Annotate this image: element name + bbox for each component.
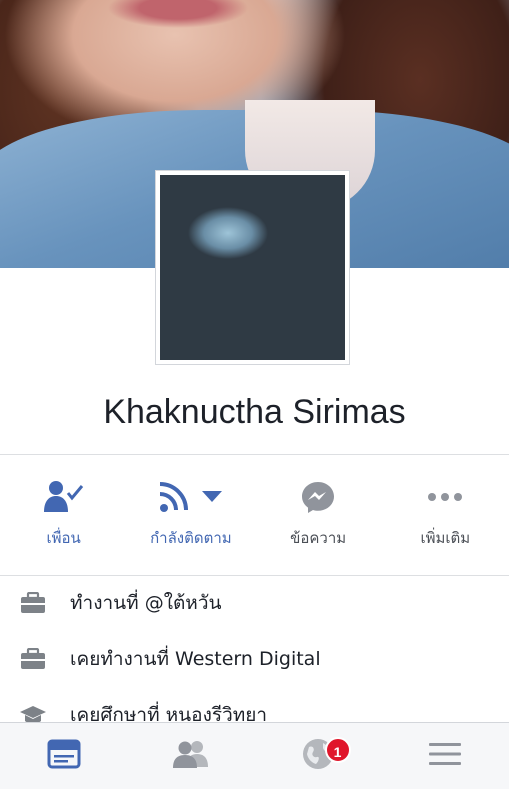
tab-friend-requests[interactable] — [127, 723, 254, 789]
profile-picture — [160, 175, 345, 360]
info-text: เคยทำงานที่ Western Digital — [70, 648, 321, 670]
friends-button[interactable]: เพื่อน — [0, 474, 127, 564]
following-button[interactable]: กำลังติดตาม — [127, 474, 254, 564]
briefcase-icon — [16, 648, 50, 670]
friends-label: เพื่อน — [46, 529, 81, 547]
bottom-tab-bar: 1 — [0, 722, 509, 789]
info-work-past[interactable]: เคยทำงานที่ Western Digital — [0, 639, 509, 679]
more-dots-icon — [427, 474, 463, 520]
friend-requests-icon — [171, 739, 211, 773]
tab-menu[interactable] — [382, 723, 509, 789]
message-button[interactable]: ข้อความ — [255, 474, 382, 564]
messenger-icon — [300, 474, 336, 520]
menu-icon — [428, 740, 462, 772]
friend-check-icon — [42, 474, 86, 520]
briefcase-icon — [16, 592, 50, 614]
notification-badge: 1 — [324, 737, 351, 763]
tab-news-feed[interactable] — [0, 723, 127, 789]
more-label: เพิ่มเติม — [420, 529, 471, 547]
following-label: กำลังติดตาม — [150, 529, 232, 547]
news-feed-icon — [47, 739, 81, 773]
info-text: ทำงานที่ @ใต้หวัน — [70, 592, 222, 614]
tab-notifications[interactable]: 1 — [255, 723, 382, 789]
follow-rss-icon — [156, 474, 226, 520]
message-label: ข้อความ — [290, 529, 347, 547]
profile-actions: เพื่อน กำลังติดตาม ข้อความ เพิ่มเติม — [0, 474, 509, 564]
divider — [0, 575, 509, 576]
info-work-current[interactable]: ทำงานที่ @ใต้หวัน — [0, 583, 509, 623]
divider — [0, 454, 509, 455]
profile-picture-frame[interactable] — [155, 170, 350, 365]
more-button[interactable]: เพิ่มเติม — [382, 474, 509, 564]
profile-name: Khaknuctha Sirimas — [103, 393, 406, 431]
